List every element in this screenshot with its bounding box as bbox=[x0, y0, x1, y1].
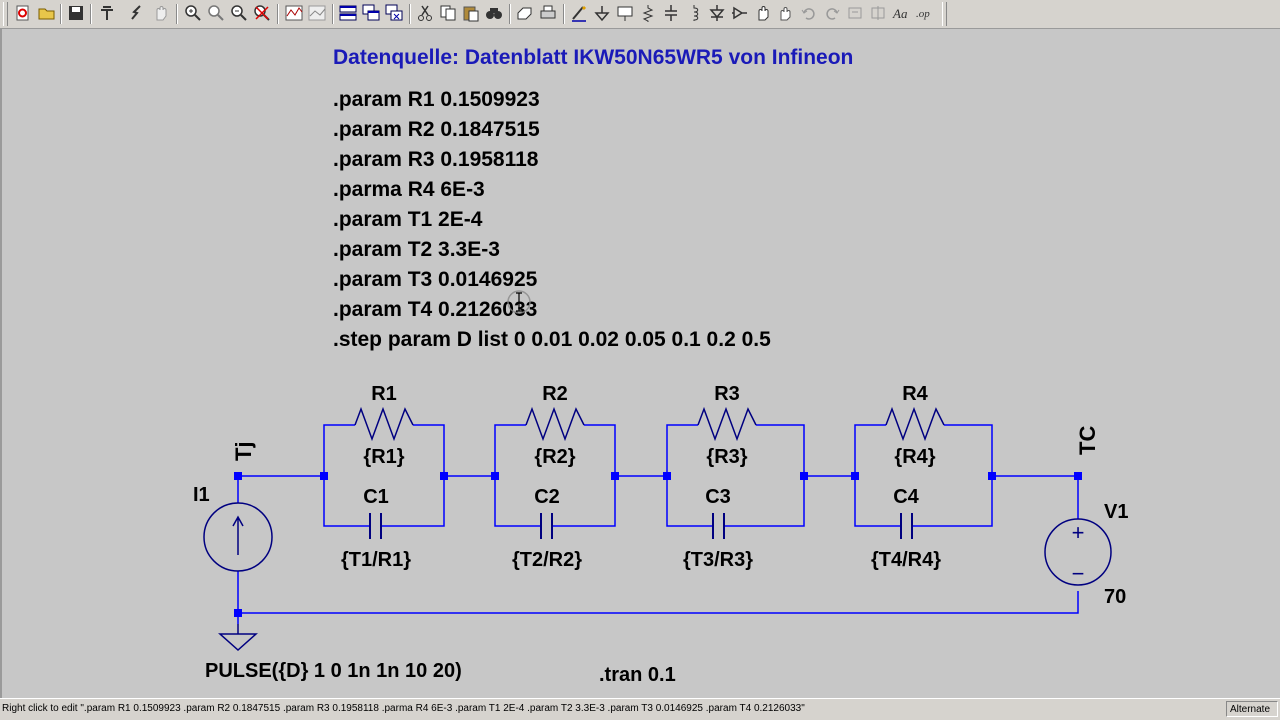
zoom-pan-icon[interactable] bbox=[207, 4, 225, 22]
copy-icon[interactable] bbox=[439, 4, 457, 22]
text-icon[interactable]: Aa bbox=[892, 4, 910, 22]
directive-line[interactable]: .step param D list 0 0.01 0.02 0.05 0.1 … bbox=[333, 328, 771, 351]
resistor-name[interactable]: R3 bbox=[714, 383, 740, 405]
draw-wire-icon[interactable] bbox=[570, 4, 588, 22]
spice-directive-block[interactable]: .param R1 0.1509923 .param R2 0.1847515 … bbox=[333, 88, 771, 351]
junctions bbox=[234, 472, 1082, 617]
cut-icon[interactable] bbox=[416, 4, 434, 22]
directive-line[interactable]: .param T3 0.0146925 bbox=[333, 268, 538, 291]
svg-text:Aa: Aa bbox=[892, 6, 908, 21]
capacitor-name[interactable]: C3 bbox=[705, 486, 731, 508]
status-mode-indicator: Alternate bbox=[1226, 701, 1278, 717]
waveform-icon[interactable] bbox=[285, 4, 303, 22]
capacitor-c2-icon bbox=[540, 513, 553, 539]
resistor-value[interactable]: {R2} bbox=[534, 446, 575, 468]
ground-symbol-icon bbox=[218, 624, 258, 652]
directive-title[interactable]: Datenquelle: Datenblatt IKW50N65WR5 von … bbox=[333, 46, 853, 69]
resistor-value[interactable]: {R4} bbox=[894, 446, 935, 468]
label-net-icon[interactable] bbox=[616, 4, 634, 22]
current-source-name[interactable]: I1 bbox=[193, 484, 210, 506]
save-icon[interactable] bbox=[67, 4, 85, 22]
capacitor-icon[interactable] bbox=[662, 4, 680, 22]
resistor-value[interactable]: {R1} bbox=[363, 446, 404, 468]
current-arrow-icon bbox=[232, 515, 244, 555]
status-bar: Right click to edit ".param R1 0.1509923… bbox=[0, 698, 1280, 720]
directive-line[interactable]: .param R1 0.1509923 bbox=[333, 88, 540, 111]
svg-text:.op: .op bbox=[916, 8, 930, 20]
schematic[interactable]: Datenquelle: Datenblatt IKW50N65WR5 von … bbox=[0, 29, 1280, 698]
redo-icon[interactable] bbox=[823, 4, 841, 22]
paste-icon[interactable] bbox=[462, 4, 480, 22]
component-symbols[interactable] bbox=[203, 406, 1112, 652]
resistor-value[interactable]: {R3} bbox=[706, 446, 747, 468]
open-icon[interactable] bbox=[38, 4, 56, 22]
spice-directive-icon[interactable]: .op bbox=[915, 4, 933, 22]
resistor-name[interactable]: R1 bbox=[371, 383, 397, 405]
minus-terminal: − bbox=[1072, 561, 1085, 586]
undo-icon[interactable] bbox=[800, 4, 818, 22]
close-windows-icon[interactable] bbox=[385, 4, 403, 22]
halt-icon[interactable] bbox=[152, 4, 170, 22]
inductor-icon[interactable] bbox=[685, 4, 703, 22]
current-source-value[interactable]: PULSE({D} 1 0 1n 1n 10 20) bbox=[205, 660, 462, 682]
resistor-r2-icon bbox=[525, 406, 585, 442]
toolbar-end-grip bbox=[942, 2, 947, 26]
capacitor-value[interactable]: {T4/R4} bbox=[871, 549, 941, 571]
resistor-r4-icon bbox=[885, 406, 945, 442]
drag-icon[interactable] bbox=[777, 4, 795, 22]
capacitor-name[interactable]: C4 bbox=[893, 486, 919, 508]
capacitor-name[interactable]: C1 bbox=[363, 486, 389, 508]
capacitor-value[interactable]: {T2/R2} bbox=[512, 549, 582, 571]
ground-icon[interactable] bbox=[593, 4, 611, 22]
rotate-icon[interactable] bbox=[846, 4, 864, 22]
capacitor-c4-icon bbox=[900, 513, 913, 539]
toolbar-grip[interactable] bbox=[3, 2, 8, 26]
resistor-r1-icon bbox=[354, 406, 414, 442]
voltage-source-value[interactable]: 70 bbox=[1104, 586, 1126, 608]
resistor-r3-icon bbox=[697, 406, 757, 442]
voltage-source-name[interactable]: V1 bbox=[1104, 501, 1128, 523]
resistor-icon[interactable] bbox=[639, 4, 657, 22]
zoom-cancel-icon[interactable] bbox=[253, 4, 271, 22]
net-label-tj[interactable]: Tj bbox=[231, 441, 256, 461]
plus-terminal: + bbox=[1072, 520, 1085, 545]
toolbar: Aa .op bbox=[0, 0, 1280, 29]
directive-line[interactable]: .parma R4 6E-3 bbox=[333, 178, 485, 201]
capacitor-value[interactable]: {T3/R3} bbox=[683, 549, 753, 571]
directive-line[interactable]: .param R2 0.1847515 bbox=[333, 118, 540, 141]
directive-line[interactable]: .param T4 0.2126033 bbox=[333, 298, 537, 321]
control-panel-icon[interactable] bbox=[98, 4, 116, 22]
autorange-icon[interactable] bbox=[308, 4, 326, 22]
tile-windows-icon[interactable] bbox=[339, 4, 357, 22]
tran-directive[interactable]: .tran 0.1 bbox=[599, 664, 676, 686]
directive-line[interactable]: .param T1 2E-4 bbox=[333, 208, 483, 231]
status-text: Right click to edit ".param R1 0.1509923… bbox=[2, 703, 805, 714]
capacitor-value[interactable]: {T1/R1} bbox=[341, 549, 411, 571]
diode-icon[interactable] bbox=[708, 4, 726, 22]
find-icon[interactable] bbox=[485, 4, 503, 22]
zoom-out-icon[interactable] bbox=[230, 4, 248, 22]
print-icon[interactable] bbox=[539, 4, 557, 22]
new-schematic-icon[interactable] bbox=[14, 4, 32, 22]
mirror-icon[interactable] bbox=[869, 4, 887, 22]
resistor-name[interactable]: R2 bbox=[542, 383, 568, 405]
cascade-windows-icon[interactable] bbox=[362, 4, 380, 22]
move-icon[interactable] bbox=[754, 4, 772, 22]
run-icon[interactable] bbox=[128, 4, 146, 22]
zoom-in-icon[interactable] bbox=[184, 4, 202, 22]
net-label-tc[interactable]: TC bbox=[1075, 426, 1100, 455]
directive-line[interactable]: .param R3 0.1958118 bbox=[333, 148, 539, 171]
resistor-name[interactable]: R4 bbox=[902, 383, 928, 405]
capacitor-c1-icon bbox=[369, 513, 382, 539]
component-icon[interactable] bbox=[731, 4, 749, 22]
print-setup-icon[interactable] bbox=[516, 4, 534, 22]
capacitor-name[interactable]: C2 bbox=[534, 486, 560, 508]
directive-line[interactable]: .param T2 3.3E-3 bbox=[333, 238, 500, 261]
capacitor-c3-icon bbox=[712, 513, 725, 539]
